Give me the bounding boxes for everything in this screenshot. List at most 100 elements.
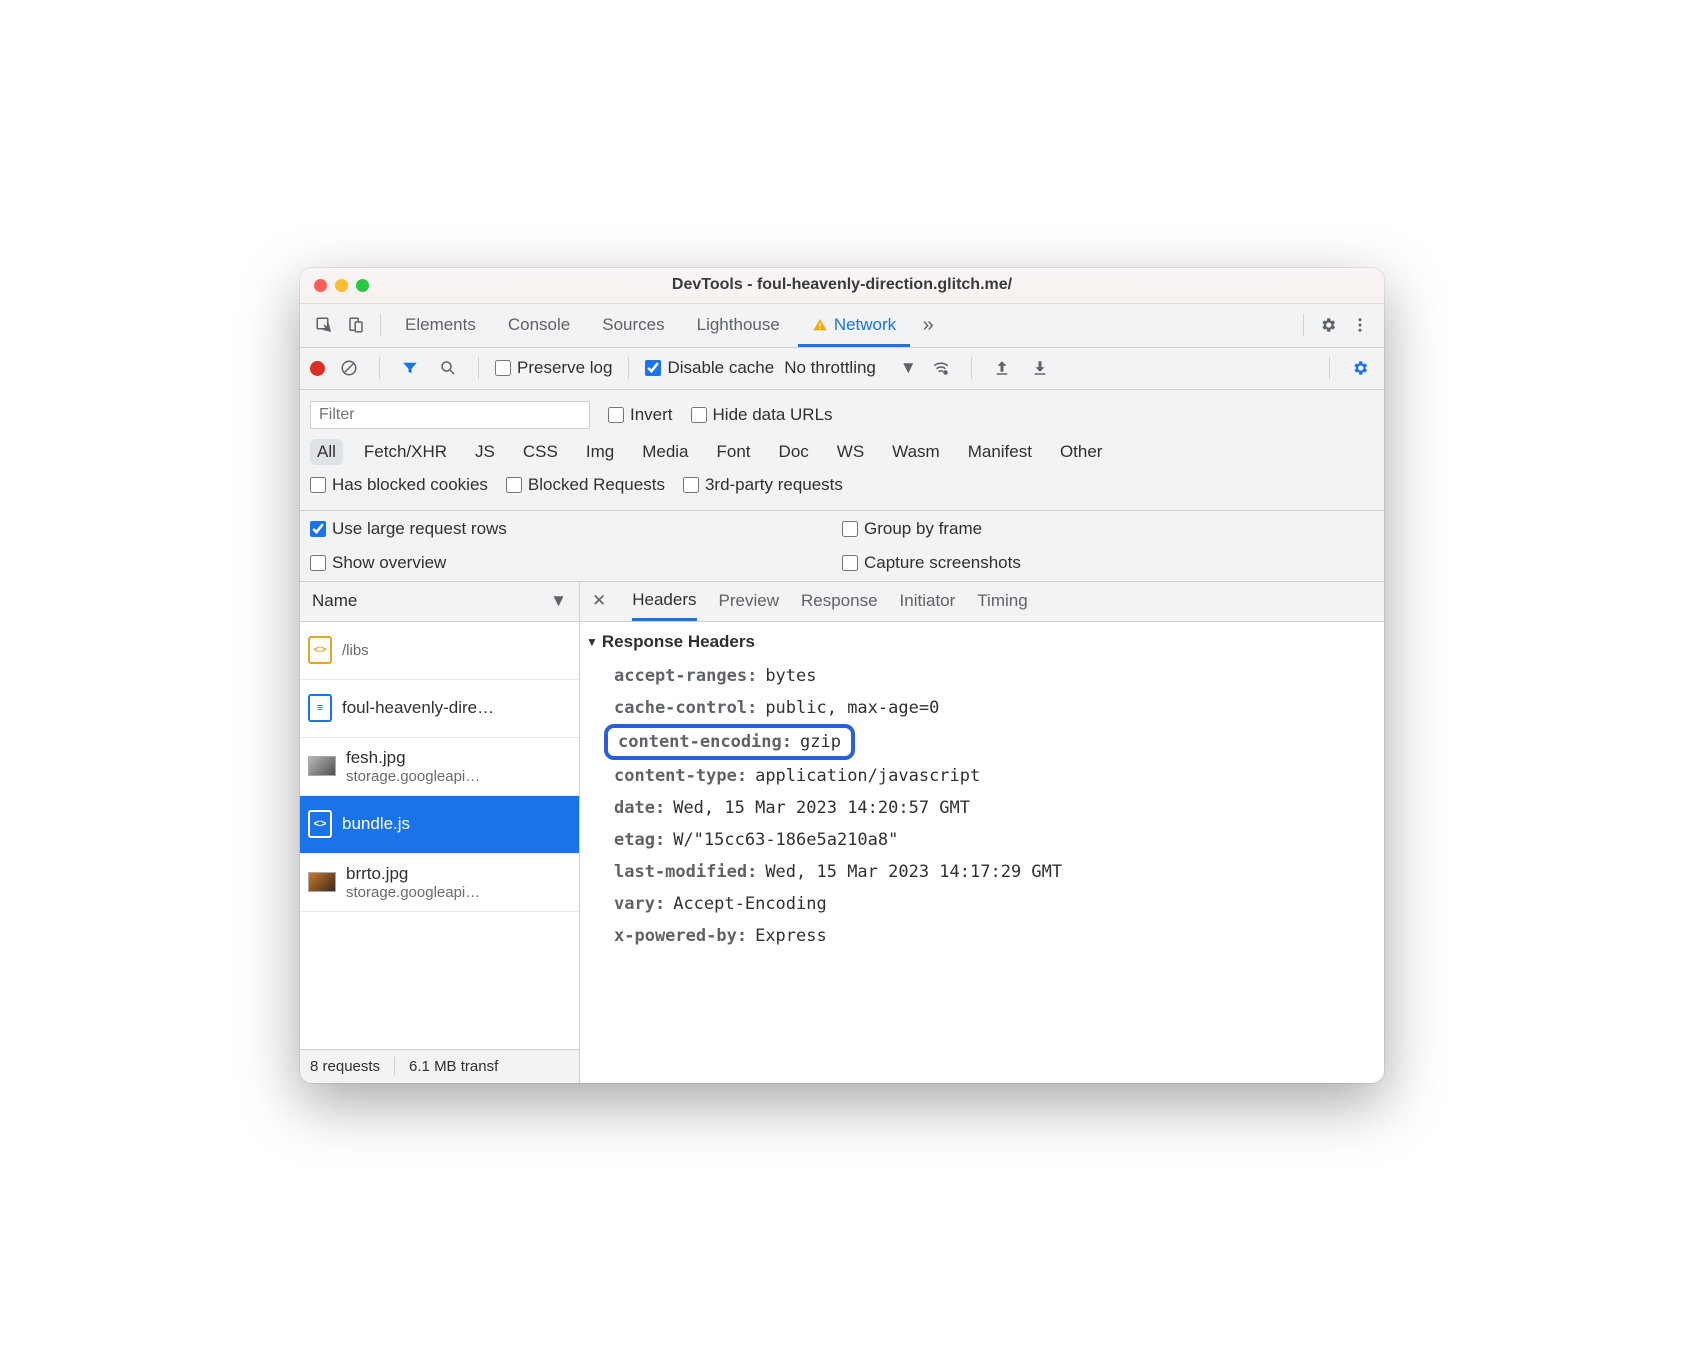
maximize-icon[interactable] [356,279,369,292]
content-split: Name ▼ <>/libs≡foul-heavenly-dire…fesh.j… [300,582,1384,1083]
detail-tab-preview[interactable]: Preview [719,581,779,621]
group-frame-checkbox[interactable]: Group by frame [842,519,1374,539]
tab-sources[interactable]: Sources [588,303,678,347]
disable-cache-label: Disable cache [667,358,774,378]
minimize-icon[interactable] [335,279,348,292]
header-row-accept-ranges: accept-ranges bytes [586,660,1374,692]
response-headers-section[interactable]: ▼ Response Headers [586,632,1374,652]
header-row-cache-control: cache-control public, max-age=0 [586,692,1374,724]
header-key: last-modified [614,862,757,882]
header-key: accept-ranges [614,666,757,686]
traffic-lights [314,279,369,292]
type-filter-all[interactable]: All [310,439,343,465]
main-tabbar: Elements Console Sources Lighthouse Netw… [300,304,1384,348]
throttling-select[interactable]: No throttling ▼ [784,358,917,378]
request-domain: storage.googleapi… [346,768,480,785]
filter-icon[interactable] [396,354,424,382]
more-tabs-icon[interactable]: » [914,311,942,339]
device-toggle-icon[interactable] [342,311,370,339]
upload-har-icon[interactable] [988,354,1016,382]
header-value: Express [755,926,827,946]
detail-tab-timing[interactable]: Timing [977,581,1027,621]
inspect-icon[interactable] [310,311,338,339]
type-filter-manifest[interactable]: Manifest [961,439,1039,465]
request-name: fesh.jpg [346,748,480,768]
clear-icon[interactable] [335,354,363,382]
tab-network[interactable]: Network [798,303,910,347]
request-row[interactable]: <>/libs [300,622,579,680]
js-file-icon: <> [308,636,332,664]
close-icon[interactable] [314,279,327,292]
preserve-log-label: Preserve log [517,358,612,378]
header-key: x-powered-by [614,926,747,946]
type-filter-css[interactable]: CSS [516,439,565,465]
header-row-x-powered-by: x-powered-by Express [586,920,1374,952]
transfer-size: 6.1 MB transf [409,1058,498,1075]
blocked-cookies-label: Has blocked cookies [332,475,488,495]
header-value: public, max-age=0 [765,698,939,718]
header-row-content-encoding: content-encoding gzip [604,724,855,760]
blocked-cookies-checkbox[interactable]: Has blocked cookies [310,475,488,495]
download-har-icon[interactable] [1026,354,1054,382]
search-icon[interactable] [434,354,462,382]
name-column-label: Name [312,591,357,611]
type-filter-img[interactable]: Img [579,439,621,465]
show-overview-label: Show overview [332,553,446,573]
disable-cache-checkbox[interactable]: Disable cache [645,358,774,378]
third-party-label: 3rd-party requests [705,475,843,495]
type-filter-wasm[interactable]: Wasm [885,439,947,465]
request-name: bundle.js [342,814,410,834]
detail-tab-response[interactable]: Response [801,581,878,621]
header-key: content-encoding [618,732,792,752]
header-key: cache-control [614,698,757,718]
hide-data-urls-checkbox[interactable]: Hide data URLs [691,405,833,425]
type-filter-font[interactable]: Font [710,439,758,465]
type-filter-other[interactable]: Other [1053,439,1110,465]
request-row[interactable]: <>bundle.js [300,796,579,854]
details-pane: ✕ HeadersPreviewResponseInitiatorTiming … [580,582,1384,1083]
header-row-content-type: content-type application/javascript [586,760,1374,792]
detail-tab-headers[interactable]: Headers [632,581,696,621]
capture-screenshots-checkbox[interactable]: Capture screenshots [842,553,1374,573]
record-button[interactable] [310,361,325,376]
chevron-down-icon: ▼ [550,591,567,611]
kebab-menu-icon[interactable] [1346,311,1374,339]
tab-elements[interactable]: Elements [391,303,490,347]
network-toolbar: Preserve log Disable cache No throttling… [300,348,1384,390]
type-filter-media[interactable]: Media [635,439,695,465]
header-key: date [614,798,665,818]
invert-label: Invert [630,405,673,425]
header-value: W/"15cc63-186e5a210a8" [673,830,898,850]
type-filter-doc[interactable]: Doc [772,439,816,465]
type-filter-fetchxhr[interactable]: Fetch/XHR [357,439,454,465]
settings-icon[interactable] [1314,311,1342,339]
detail-tab-initiator[interactable]: Initiator [900,581,956,621]
request-row[interactable]: fesh.jpgstorage.googleapi… [300,738,579,796]
tab-lighthouse[interactable]: Lighthouse [683,303,794,347]
show-overview-checkbox[interactable]: Show overview [310,553,842,573]
warning-icon [812,317,828,333]
network-conditions-icon[interactable] [927,354,955,382]
header-key: vary [614,894,665,914]
throttling-label: No throttling [784,358,876,378]
titlebar: DevTools - foul-heavenly-direction.glitc… [300,268,1384,304]
filter-input[interactable] [310,401,590,429]
close-details-button[interactable]: ✕ [588,591,610,611]
section-title: Response Headers [602,632,755,652]
request-row[interactable]: ≡foul-heavenly-dire… [300,680,579,738]
preserve-log-checkbox[interactable]: Preserve log [495,358,612,378]
type-filter-ws[interactable]: WS [830,439,871,465]
large-rows-checkbox[interactable]: Use large request rows [310,519,842,539]
header-row-vary: vary Accept-Encoding [586,888,1374,920]
network-settings-icon[interactable] [1346,354,1374,382]
header-row-date: date Wed, 15 Mar 2023 14:20:57 GMT [586,792,1374,824]
third-party-checkbox[interactable]: 3rd-party requests [683,475,843,495]
invert-checkbox[interactable]: Invert [608,405,673,425]
large-rows-label: Use large request rows [332,519,507,539]
name-column-header[interactable]: Name ▼ [300,582,579,622]
request-row[interactable]: brrto.jpgstorage.googleapi… [300,854,579,912]
type-filter-js[interactable]: JS [468,439,502,465]
divider [1303,314,1304,336]
blocked-requests-checkbox[interactable]: Blocked Requests [506,475,665,495]
tab-console[interactable]: Console [494,303,584,347]
